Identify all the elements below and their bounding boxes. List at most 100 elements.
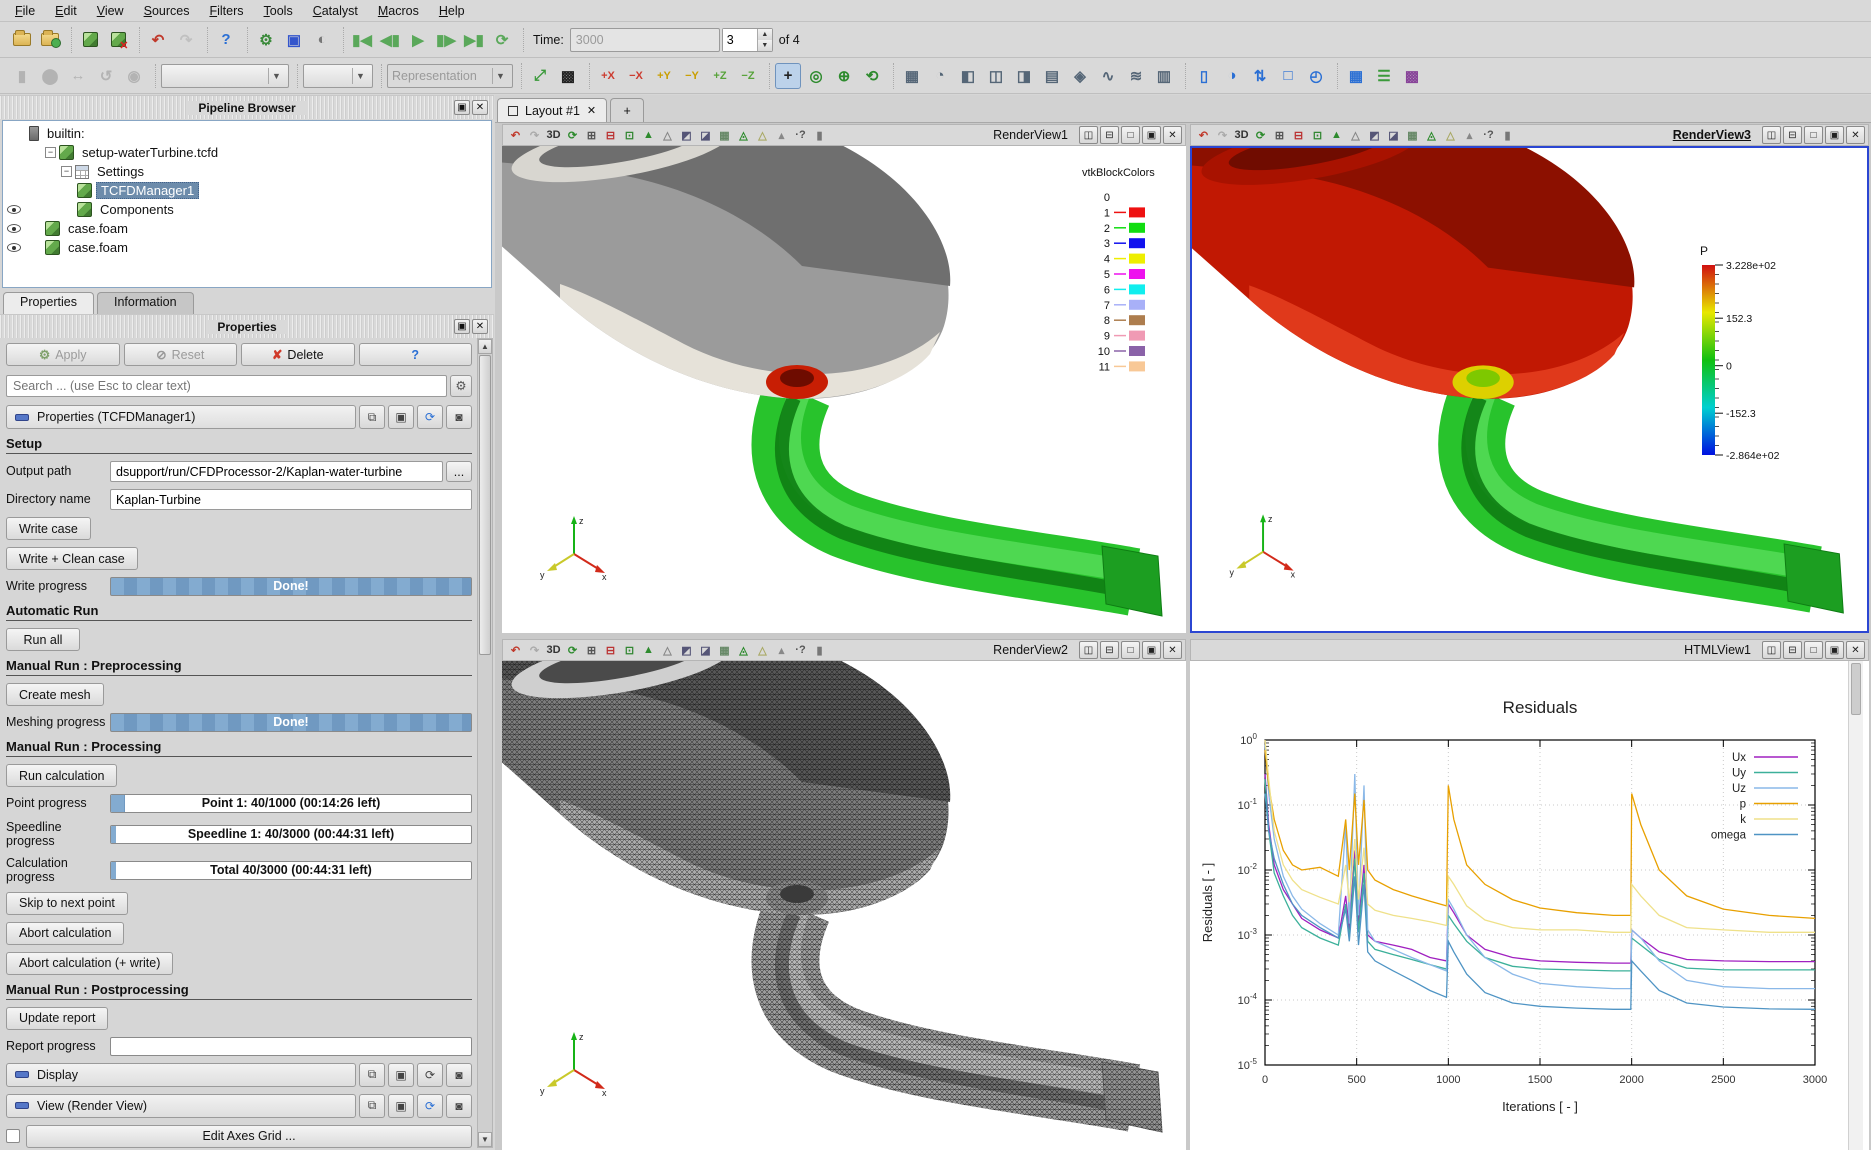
abort-calculation-write-button[interactable]: Abort calculation (+ write)	[6, 952, 173, 975]
extract-subset-button[interactable]: ▤	[1039, 63, 1065, 89]
menu-macros[interactable]: Macros	[369, 2, 428, 20]
scroll-up-icon[interactable]: ▲	[478, 339, 492, 354]
set-view-minus-y-button[interactable]: −Y	[679, 63, 705, 89]
split-vertical-button[interactable]: ⊟	[1783, 641, 1802, 659]
vcr-first-frame-button[interactable]: ▮◀	[349, 27, 375, 53]
apply-button[interactable]: ⚙Apply	[6, 343, 120, 366]
properties-group-header[interactable]: Properties (TCFDManager1)	[6, 405, 356, 429]
clip-filter-button[interactable]: ◧	[955, 63, 981, 89]
select-points-through-icon[interactable]: ◪	[696, 641, 715, 660]
select-points-polygon-icon[interactable]: △	[753, 641, 772, 660]
color-palette-button[interactable]: ◐	[309, 27, 335, 53]
redo-button[interactable]: ↷	[173, 27, 199, 53]
clear-selection-icon[interactable]: ▮	[1498, 126, 1517, 145]
run-calculation-button[interactable]: Run calculation	[6, 764, 117, 787]
create-mesh-button[interactable]: Create mesh	[6, 683, 104, 706]
scrollbar-thumb[interactable]	[479, 355, 491, 655]
html-view-1-canvas[interactable]: 05001000150020002500300010010-110-210-31…	[1190, 661, 1869, 1150]
camera-undo-icon[interactable]: ↶	[506, 641, 525, 660]
restore-view-defaults-icon[interactable]: ⟳	[417, 1094, 443, 1118]
zoom-to-box-icon[interactable]: ⊞	[1270, 126, 1289, 145]
float-panel-icon[interactable]: ▣	[454, 100, 470, 115]
properties-scrollbar[interactable]: ▲ ▼	[477, 338, 493, 1148]
split-horizontal-button[interactable]: ◫	[1079, 126, 1098, 144]
maximize-view-button[interactable]: □	[1121, 126, 1140, 144]
hover-cells-tooltip-icon[interactable]: ·?	[791, 641, 810, 660]
component-selector-combo[interactable]: ▼	[303, 64, 373, 88]
spin-down-icon[interactable]: ▼	[758, 40, 772, 51]
select-points-on-surface-icon[interactable]: △	[1346, 126, 1365, 145]
split-horizontal-button[interactable]: ◫	[1079, 641, 1098, 659]
stream-tracer-button[interactable]: ∿	[1095, 63, 1121, 89]
spin-up-icon[interactable]: ▲	[758, 29, 772, 40]
add-layout-tab[interactable]: +	[610, 98, 644, 122]
toggle-2d-3d-icon[interactable]: 3D	[544, 126, 563, 145]
vcr-previous-frame-button[interactable]: ◀▮	[377, 27, 403, 53]
save-view-defaults-icon[interactable]: ◙	[446, 1094, 472, 1118]
auto-apply-button[interactable]: ⚙	[253, 27, 279, 53]
maximize-view-button[interactable]: □	[1121, 641, 1140, 659]
split-vertical-button[interactable]: ⊟	[1100, 126, 1119, 144]
clear-zoom-icon[interactable]: ⊟	[601, 641, 620, 660]
edit-color-map-button[interactable]: ◑	[1219, 63, 1245, 89]
pipeline-item-settings[interactable]: −Settings	[3, 162, 491, 181]
menu-tools[interactable]: Tools	[255, 2, 302, 20]
camera-undo-icon[interactable]: ↶	[1194, 126, 1213, 145]
render-view-3-canvas[interactable]: zxy P3.228e+02152.30-152.3-2.864e+02	[1190, 146, 1869, 633]
split-vertical-button[interactable]: ⊟	[1100, 641, 1119, 659]
split-vertical-button[interactable]: ⊟	[1783, 126, 1802, 144]
threshold-filter-button[interactable]: ◨	[1011, 63, 1037, 89]
maximize-view-button[interactable]: □	[1804, 126, 1823, 144]
write-clean-case-button[interactable]: Write + Clean case	[6, 547, 138, 570]
zoom-to-data-icon[interactable]: ⊡	[620, 126, 639, 145]
select-block-icon[interactable]: ▦	[1403, 126, 1422, 145]
reset-camera-rotation-button[interactable]: ⟲	[859, 63, 885, 89]
reset-center-button[interactable]: ◎	[803, 63, 829, 89]
hover-cells-tooltip-icon[interactable]: ·?	[1479, 126, 1498, 145]
select-cells-polygon-icon[interactable]: ◬	[734, 641, 753, 660]
rescale-to-custom-range-button[interactable]: □	[1275, 63, 1301, 89]
time-field[interactable]	[570, 28, 720, 52]
set-view-minus-x-button[interactable]: −X	[623, 63, 649, 89]
contour-filter-button[interactable]: ◔	[927, 63, 953, 89]
view-group-header[interactable]: View (Render View)	[6, 1094, 356, 1118]
toggle-widget-visibility-button[interactable]: ◉	[121, 63, 147, 89]
select-cells-through-icon[interactable]: ◩	[677, 641, 696, 660]
tab-information[interactable]: Information	[97, 292, 194, 314]
skip-to-next-point-button[interactable]: Skip to next point	[6, 892, 128, 915]
set-view-plus-y-button[interactable]: +Y	[651, 63, 677, 89]
reset-camera-icon[interactable]: ⟳	[1251, 126, 1270, 145]
vcr-last-frame-button[interactable]: ▶▮	[461, 27, 487, 53]
select-points-through-icon[interactable]: ◪	[696, 126, 715, 145]
show-orientation-axes-button[interactable]: ▩	[555, 63, 581, 89]
vtk-block-colors-legend[interactable]: vtkBlockColors01234567891011	[1074, 164, 1184, 404]
set-view-plus-x-button[interactable]: +X	[595, 63, 621, 89]
vcr-play-button[interactable]: ▶	[405, 27, 431, 53]
open-file-button[interactable]	[9, 27, 35, 53]
vcr-loop-button[interactable]: ⟳	[489, 27, 515, 53]
float-view-button[interactable]: ▣	[1825, 126, 1844, 144]
split-horizontal-button[interactable]: ◫	[1762, 126, 1781, 144]
camera-redo-icon[interactable]: ↷	[525, 641, 544, 660]
select-cells-polygon-icon[interactable]: ◬	[1422, 126, 1441, 145]
edit-axes-grid-button[interactable]: Edit Axes Grid ...	[26, 1125, 472, 1148]
display-group-header[interactable]: Display	[6, 1063, 356, 1087]
pipeline-item-case-foam[interactable]: case.foam	[3, 238, 491, 257]
screenshot-button[interactable]: ▣	[281, 27, 307, 53]
close-panel-icon[interactable]: ✕	[472, 100, 488, 115]
frame-spinner[interactable]: ▲▼	[722, 28, 773, 52]
update-report-button[interactable]: Update report	[6, 1007, 108, 1030]
tab-properties[interactable]: Properties	[3, 292, 94, 314]
pressure-color-legend[interactable]: P3.228e+02152.30-152.3-2.864e+02	[1694, 243, 1799, 473]
restore-defaults-icon[interactable]: ⟳	[417, 405, 443, 429]
copy-properties-icon[interactable]: ⧉	[359, 405, 385, 429]
pipeline-item-case-foam[interactable]: case.foam	[3, 219, 491, 238]
clear-selection-icon[interactable]: ▮	[810, 641, 829, 660]
float-view-button[interactable]: ▣	[1825, 641, 1844, 659]
reset-camera-icon[interactable]: ⟳	[563, 641, 582, 660]
write-case-button[interactable]: Write case	[6, 517, 91, 540]
group-datasets-button[interactable]: ▥	[1151, 63, 1177, 89]
run-all-button[interactable]: Run all	[6, 628, 80, 651]
eye-icon[interactable]	[7, 205, 21, 214]
save-defaults-icon[interactable]: ◙	[446, 405, 472, 429]
